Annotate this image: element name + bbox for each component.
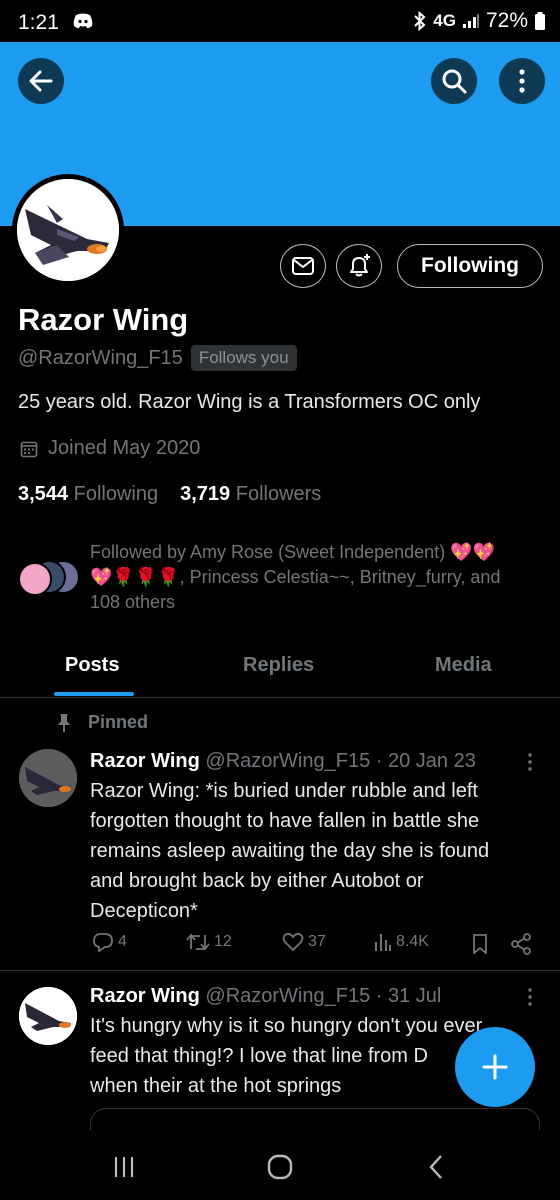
signal-icon <box>462 14 479 28</box>
display-name: Razor Wing <box>18 302 189 337</box>
compose-button[interactable] <box>455 1027 535 1107</box>
active-tab-indicator <box>54 692 134 696</box>
bell-plus-icon <box>350 254 370 277</box>
tweet-header: Razor Wing @RazorWing_F15 · 20 Jan 23 <box>90 750 476 773</box>
tweet-text[interactable]: Razor Wing: *is buried under rubble and … <box>90 776 540 926</box>
mail-icon <box>292 257 314 275</box>
followers-count-link[interactable]: 3,719 Followers <box>180 483 321 506</box>
bluetooth-icon <box>414 11 426 31</box>
bio: 25 years old. Razor Wing is a Transforme… <box>18 391 481 413</box>
follows-you-badge: Follows you <box>190 345 297 371</box>
recent-apps-button[interactable] <box>104 1152 144 1182</box>
jet-avatar-image <box>17 179 119 281</box>
home-icon <box>267 1154 293 1180</box>
back-arrow-icon <box>29 70 53 92</box>
network-type: 4G <box>433 11 456 30</box>
reply-icon <box>93 933 113 952</box>
following-button[interactable]: Following <box>397 244 543 288</box>
views-count: 8.4K <box>396 933 429 950</box>
tab-replies[interactable]: Replies <box>243 654 314 677</box>
pin-icon <box>58 713 70 732</box>
tweet-author-name[interactable]: Razor Wing <box>90 985 200 1007</box>
search-button[interactable] <box>431 58 477 104</box>
views-icon <box>375 934 391 951</box>
recent-apps-icon <box>114 1157 134 1177</box>
plus-icon <box>482 1054 508 1080</box>
tweet-header: Razor Wing @RazorWing_F15 · 31 Jul <box>90 985 441 1008</box>
back-button[interactable] <box>18 58 64 104</box>
pinned-indicator: Pinned <box>56 712 148 733</box>
reply-count: 4 <box>118 933 127 950</box>
status-time: 1:21 <box>18 11 59 34</box>
tweet-avatar[interactable] <box>19 749 77 807</box>
more-vertical-icon <box>519 69 525 93</box>
retweet-icon <box>186 933 210 951</box>
follow-counts: 3,544 Following 3,719 Followers <box>18 483 321 506</box>
discord-icon <box>73 13 93 29</box>
jet-avatar-image <box>19 749 77 807</box>
following-count: 3,544 <box>18 483 69 505</box>
more-options-button[interactable] <box>499 58 545 104</box>
message-button[interactable] <box>280 244 326 288</box>
tweet-author-name[interactable]: Razor Wing <box>90 750 200 772</box>
following-label: Following <box>73 483 159 505</box>
followed-by-avatars <box>18 560 80 596</box>
share-icon[interactable] <box>510 933 532 955</box>
battery-icon <box>535 12 545 30</box>
retweet-button[interactable]: 12 <box>186 932 232 952</box>
following-count-link[interactable]: 3,544 Following <box>18 483 158 506</box>
followed-by-section[interactable]: Followed by Amy Rose (Sweet Independent)… <box>18 540 548 616</box>
tab-media[interactable]: Media <box>435 654 492 677</box>
like-count: 37 <box>308 933 326 950</box>
followed-by-text: Followed by Amy Rose (Sweet Independent)… <box>90 542 501 612</box>
bookmark-icon[interactable] <box>472 934 488 954</box>
home-button[interactable] <box>260 1152 300 1182</box>
calendar-icon <box>20 441 38 457</box>
pinned-label: Pinned <box>88 712 149 732</box>
profile-avatar[interactable] <box>12 174 124 286</box>
handle: @RazorWing_F15 <box>18 346 183 369</box>
tweet-actions: 4 12 37 8.4K <box>90 932 540 958</box>
battery-percent: 72% <box>485 9 528 32</box>
tweet-divider <box>0 970 560 971</box>
tweet-avatar[interactable] <box>19 987 77 1045</box>
status-bar: 1:21 4G 72% <box>0 0 560 42</box>
retweet-count: 12 <box>214 933 232 950</box>
jet-avatar-image <box>19 987 77 1045</box>
joined-date: Joined May 2020 <box>20 437 200 460</box>
tab-posts[interactable]: Posts <box>65 654 119 677</box>
views-button[interactable]: 8.4K <box>374 932 429 952</box>
profile-tabs: Posts Replies Media <box>0 640 560 698</box>
search-icon <box>442 69 467 94</box>
followers-count: 3,719 <box>180 483 231 505</box>
tweet-more-icon[interactable] <box>524 987 536 1007</box>
reply-button[interactable]: 4 <box>92 932 127 952</box>
system-nav-bar <box>0 1130 560 1200</box>
back-chevron-icon <box>429 1155 442 1179</box>
tweet-more-icon[interactable] <box>524 752 536 772</box>
tweet-meta: @RazorWing_F15 · 20 Jan 23 <box>205 750 476 772</box>
handle-row: @RazorWing_F15 Follows you <box>18 345 297 371</box>
back-nav-button[interactable] <box>416 1152 456 1182</box>
like-button[interactable]: 37 <box>282 932 326 952</box>
like-icon <box>282 932 304 952</box>
followers-label: Followers <box>235 483 322 505</box>
tweet-meta: @RazorWing_F15 · 31 Jul <box>205 985 442 1007</box>
follower-avatar <box>18 562 52 596</box>
joined-text: Joined May 2020 <box>48 437 201 459</box>
notifications-button[interactable] <box>336 244 382 288</box>
status-right: 4G 72% <box>413 9 546 33</box>
